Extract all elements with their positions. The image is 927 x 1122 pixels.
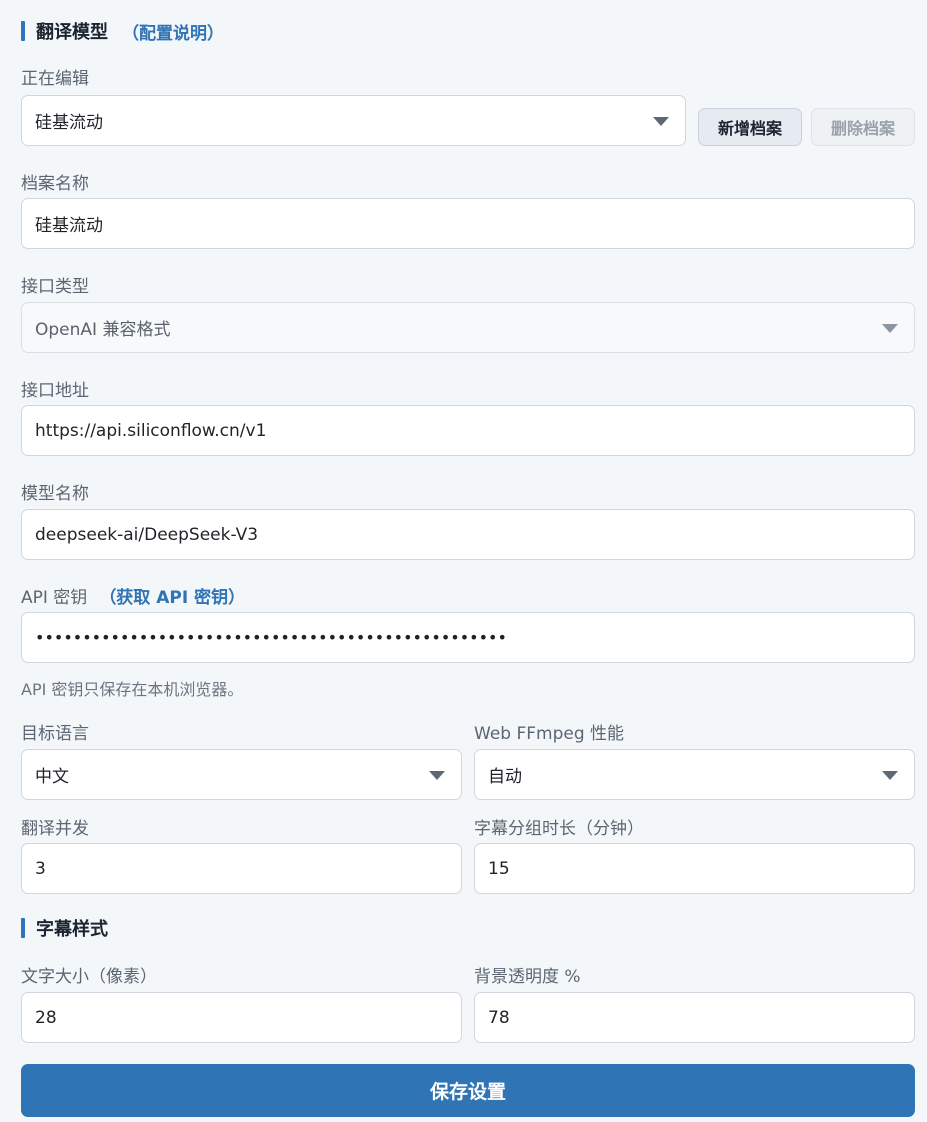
ffmpeg-value: 自动 — [488, 767, 522, 787]
section-accent-bar — [21, 21, 25, 41]
chevron-down-icon — [429, 771, 445, 780]
bg-opacity-label: 背景透明度 % — [474, 967, 581, 987]
model-name-value: deepseek-ai/DeepSeek-V3 — [35, 524, 259, 545]
api-key-input[interactable]: ••••••••••••••••••••••••••••••••••••••••… — [21, 612, 915, 663]
profile-select[interactable]: 硅基流动 — [21, 95, 686, 146]
group-duration-label: 字幕分组时长（分钟） — [474, 819, 644, 839]
delete-profile-button[interactable]: 删除档案 — [811, 108, 915, 146]
concurrency-label: 翻译并发 — [21, 819, 89, 839]
model-name-input[interactable]: deepseek-ai/DeepSeek-V3 — [21, 509, 915, 560]
api-key-label: API 密钥 — [21, 588, 88, 608]
target-language-select[interactable]: 中文 — [21, 749, 462, 800]
ffmpeg-select[interactable]: 自动 — [474, 749, 915, 800]
style-section-title: 字幕样式 — [21, 917, 108, 940]
add-profile-button[interactable]: 新增档案 — [698, 108, 802, 146]
group-duration-value: 15 — [488, 858, 510, 879]
model-section-title: 翻译模型 （配置说明） — [21, 19, 224, 44]
api-key-label-row: API 密钥 （获取 API 密钥） — [21, 583, 245, 608]
profile-name-label: 档案名称 — [21, 174, 89, 194]
chevron-down-icon — [882, 324, 898, 333]
style-section-heading: 字幕样式 — [36, 919, 108, 940]
api-type-select[interactable]: OpenAI 兼容格式 — [21, 302, 915, 353]
profile-name-value: 硅基流动 — [35, 216, 103, 236]
bg-opacity-input[interactable]: 78 — [474, 992, 915, 1043]
model-section-heading: 翻译模型 — [36, 22, 108, 43]
save-settings-button[interactable]: 保存设置 — [21, 1064, 915, 1117]
font-size-input[interactable]: 28 — [21, 992, 462, 1043]
chevron-down-icon — [653, 117, 669, 126]
api-url-value: https://api.siliconflow.cn/v1 — [35, 420, 267, 441]
api-key-masked-value: ••••••••••••••••••••••••••••••••••••••••… — [35, 628, 507, 647]
profile-name-input[interactable]: 硅基流动 — [21, 198, 915, 249]
section-accent-bar — [21, 918, 25, 938]
bg-opacity-value: 78 — [488, 1007, 510, 1028]
chevron-down-icon — [882, 771, 898, 780]
concurrency-value: 3 — [35, 858, 46, 879]
font-size-value: 28 — [35, 1007, 57, 1028]
model-name-label: 模型名称 — [21, 484, 89, 504]
editing-label: 正在编辑 — [21, 69, 89, 89]
ffmpeg-label: Web FFmpeg 性能 — [474, 724, 625, 744]
get-api-key-link[interactable]: （获取 API 密钥） — [99, 588, 245, 608]
api-type-value: OpenAI 兼容格式 — [35, 320, 171, 340]
target-language-value: 中文 — [35, 767, 69, 787]
api-url-label: 接口地址 — [21, 381, 89, 401]
api-key-hint: API 密钥只保存在本机浏览器。 — [21, 680, 244, 699]
group-duration-input[interactable]: 15 — [474, 843, 915, 894]
font-size-label: 文字大小（像素） — [21, 967, 157, 987]
api-url-input[interactable]: https://api.siliconflow.cn/v1 — [21, 405, 915, 456]
concurrency-input[interactable]: 3 — [21, 843, 462, 894]
target-language-label: 目标语言 — [21, 724, 89, 744]
api-type-label: 接口类型 — [21, 277, 89, 297]
config-help-link[interactable]: （配置说明） — [122, 19, 224, 44]
profile-select-value: 硅基流动 — [35, 113, 103, 133]
